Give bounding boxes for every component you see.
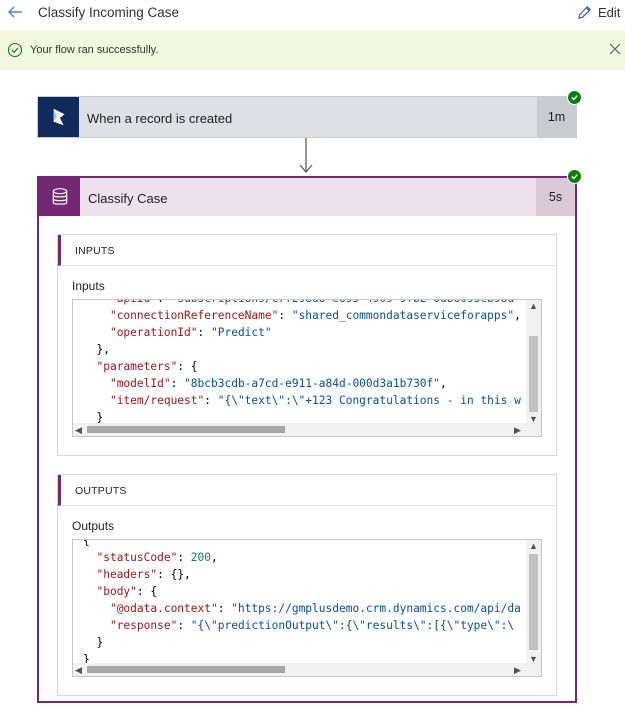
horizontal-scroll-thumb[interactable] bbox=[87, 426, 285, 433]
code-line: "@odata.context": "https://gmplusdemo.cr… bbox=[109, 602, 521, 615]
edit-button[interactable]: Edit bbox=[577, 3, 620, 21]
scroll-up-icon[interactable]: ▲ bbox=[529, 541, 538, 551]
inputs-horizontal-scrollbar[interactable]: ◀ ▶ bbox=[73, 423, 541, 436]
banner-message: Your flow ran successfully. bbox=[30, 44, 159, 56]
code-line: } bbox=[96, 636, 104, 649]
code-line: "response": "{\"predictionOutput\":{\"re… bbox=[109, 619, 515, 632]
trigger-label: When a record is created bbox=[87, 111, 233, 126]
scroll-left-icon[interactable]: ◀ bbox=[75, 665, 82, 675]
inputs-title: INPUTS bbox=[75, 245, 115, 257]
code-line: }, bbox=[96, 343, 110, 356]
scroll-up-icon[interactable]: ▲ bbox=[529, 301, 538, 311]
dynamics-365-icon bbox=[38, 97, 79, 137]
outputs-code: { "statusCode": 200, "headers": {}, "bod… bbox=[83, 539, 521, 668]
code-line: "modelId": "8bcb3cdb-a7cd-e911-a84d-000d… bbox=[109, 377, 447, 390]
header-bar: Classify Incoming Case Edit bbox=[0, 0, 625, 26]
page-title: Classify Incoming Case bbox=[38, 5, 180, 20]
vertical-scroll-thumb[interactable] bbox=[529, 554, 538, 650]
code-line: "statusCode": 200, bbox=[96, 551, 218, 564]
scroll-left-icon[interactable]: ◀ bbox=[75, 425, 82, 435]
code-line: "item/request": "{\"text\":\"+123 Congra… bbox=[109, 394, 521, 407]
edit-button-label: Edit bbox=[598, 4, 621, 20]
action-label: Classify Case bbox=[88, 191, 168, 206]
outputs-section: OUTPUTS Outputs { "statusCode": 200, "he… bbox=[57, 474, 557, 696]
inputs-code-box[interactable]: "apiId": "subscriptions/c7f298d8-e695-49… bbox=[72, 299, 542, 437]
outputs-code-box[interactable]: { "statusCode": 200, "headers": {}, "bod… bbox=[72, 539, 542, 677]
code-line: "operationId": "Predict" bbox=[109, 326, 272, 339]
outputs-header[interactable]: OUTPUTS bbox=[58, 475, 556, 506]
success-banner: Your flow ran successfully. bbox=[0, 30, 625, 70]
code-line: "headers": {}, bbox=[96, 568, 191, 581]
scroll-right-icon[interactable]: ▶ bbox=[514, 425, 521, 435]
back-arrow-icon[interactable] bbox=[6, 3, 24, 21]
vertical-scroll-thumb[interactable] bbox=[529, 336, 538, 412]
inputs-code: "apiId": "subscriptions/c7f298d8-e695-49… bbox=[83, 300, 521, 426]
inputs-field-label: Inputs bbox=[72, 279, 105, 293]
close-icon[interactable] bbox=[608, 42, 622, 56]
action-duration: 5s bbox=[536, 178, 575, 216]
outputs-field-label: Outputs bbox=[72, 519, 115, 533]
trigger-success-icon bbox=[567, 90, 582, 105]
trigger-card[interactable]: When a record is created 1m bbox=[37, 96, 577, 138]
code-line: "parameters": { bbox=[96, 360, 198, 373]
code-line: "apiId": "subscriptions/c7f298d8-e695-49… bbox=[83, 300, 521, 307]
outputs-title: OUTPUTS bbox=[75, 485, 127, 497]
connector-arrow-icon bbox=[299, 138, 313, 173]
action-header[interactable]: Classify Case 5s bbox=[39, 178, 575, 216]
scroll-right-icon[interactable]: ▶ bbox=[514, 665, 521, 675]
action-card: Classify Case 5s INPUTS Inputs "apiId": … bbox=[37, 176, 577, 703]
outputs-horizontal-scrollbar[interactable]: ◀ ▶ bbox=[73, 663, 541, 676]
code-line: "connectionReferenceName": "shared_commo… bbox=[109, 309, 521, 322]
action-success-icon bbox=[567, 169, 582, 184]
code-line: { bbox=[83, 539, 90, 547]
pencil-icon bbox=[578, 5, 591, 19]
inputs-header[interactable]: INPUTS bbox=[58, 235, 556, 266]
database-icon bbox=[39, 178, 80, 216]
outputs-vertical-scrollbar[interactable]: ▲ ▼ bbox=[526, 540, 541, 664]
inputs-vertical-scrollbar[interactable]: ▲ ▼ bbox=[526, 300, 541, 424]
horizontal-scroll-thumb[interactable] bbox=[87, 666, 285, 673]
check-circle-icon bbox=[7, 42, 23, 58]
code-line: "body": { bbox=[96, 585, 158, 598]
inputs-section: INPUTS Inputs "apiId": "subscriptions/c7… bbox=[57, 234, 557, 456]
